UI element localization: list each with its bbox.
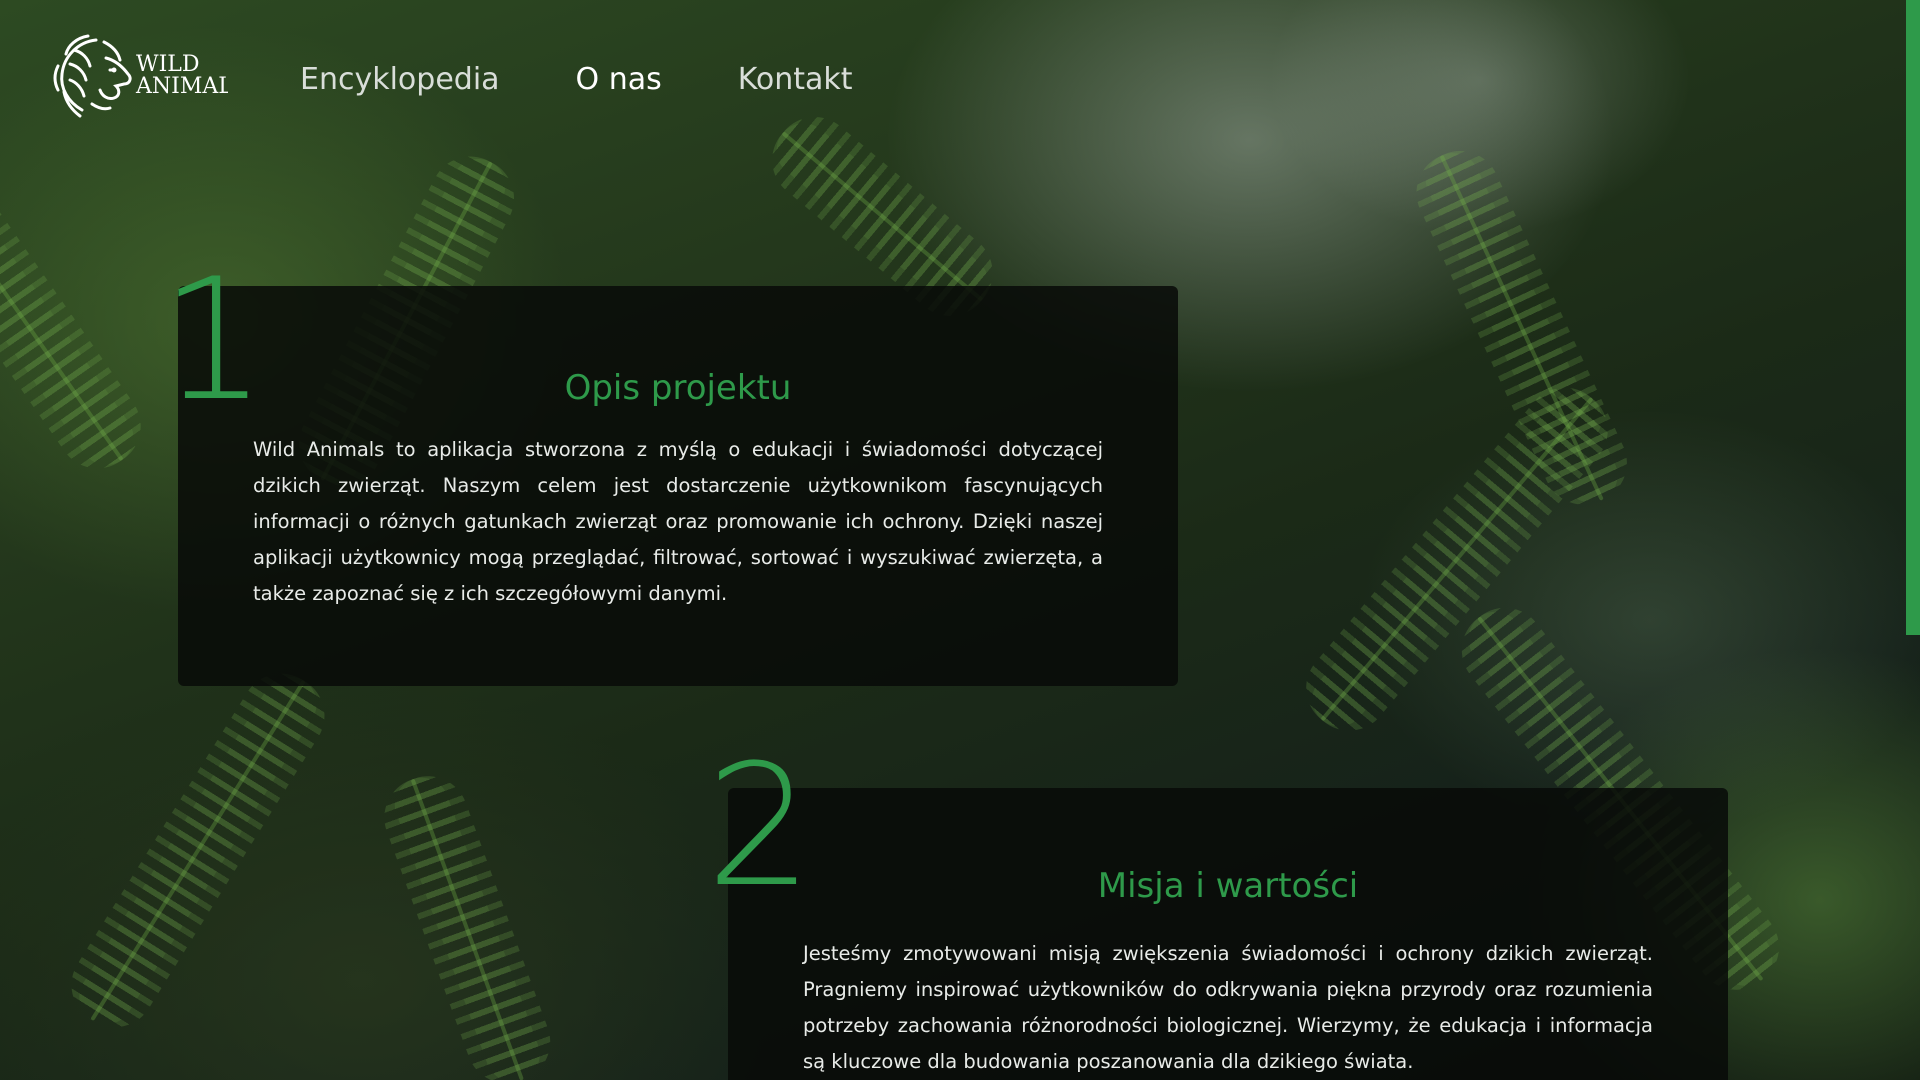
fern-decoration — [410, 778, 524, 1080]
page-background: WILD ANIMAL Encyklopedia O nas Kontakt O… — [0, 0, 1920, 1080]
section-text: Wild Animals to aplikacja stworzona z my… — [253, 438, 1103, 605]
nav-item-o-nas[interactable]: O nas — [576, 58, 662, 102]
section-number: 2 — [706, 728, 813, 924]
logo-text-line: WILD — [136, 51, 200, 77]
nav-item-kontakt[interactable]: Kontakt — [738, 58, 853, 102]
site-header: WILD ANIMAL Encyklopedia O nas Kontakt — [0, 0, 1900, 160]
lion-icon — [53, 34, 132, 117]
section-number: 1 — [160, 242, 267, 438]
logo[interactable]: WILD ANIMAL — [48, 28, 228, 123]
section-card-project: Opis projektu Wild Animals to aplikacja … — [178, 286, 1178, 686]
fern-decoration — [0, 114, 124, 462]
scrollbar-thumb[interactable] — [1906, 0, 1920, 635]
logo-text: WILD ANIMAL — [136, 51, 228, 99]
section-card-mission: Misja i wartości Jesteśmy zmotywowani mi… — [728, 788, 1728, 1080]
logo-text-line: ANIMAL — [136, 73, 228, 99]
section-title: Opis projektu — [564, 368, 792, 408]
section-text: Jesteśmy zmotywowani misją zwiększenia ś… — [803, 942, 1653, 1073]
fern-decoration — [90, 679, 306, 1022]
main-nav: Encyklopedia O nas Kontakt — [300, 58, 853, 102]
nav-item-encyklopedia[interactable]: Encyklopedia — [300, 58, 500, 102]
section-title: Misja i wartości — [1097, 866, 1359, 906]
